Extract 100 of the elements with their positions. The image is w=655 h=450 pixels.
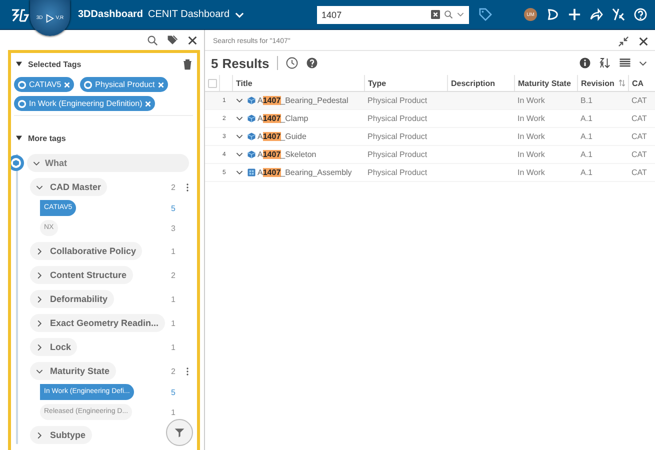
- revision-cell: A.1: [580, 168, 593, 177]
- column-header[interactable]: Title: [236, 78, 252, 88]
- revision-cell: A.1: [580, 114, 593, 123]
- part-icon: [246, 96, 256, 105]
- sort-icon[interactable]: [599, 57, 611, 69]
- close-icon[interactable]: [638, 36, 649, 46]
- tag-group[interactable]: What: [27, 154, 189, 172]
- chevron-icon[interactable]: [33, 160, 40, 166]
- cube-icon: [18, 100, 26, 108]
- chevron-icon[interactable]: [236, 116, 242, 121]
- tag-chip[interactable]: In Work (Engineering Definition): [14, 96, 156, 111]
- app-title: 3DDashboard: [78, 9, 144, 20]
- results-label: Results: [222, 56, 270, 70]
- column-header[interactable]: Revision: [581, 78, 614, 88]
- plus-icon[interactable]: [568, 8, 581, 21]
- assembly-icon: [246, 168, 256, 177]
- type-cell: Physical Product: [368, 168, 428, 177]
- info-icon[interactable]: [579, 57, 591, 69]
- maturity-cell: In Work: [518, 132, 545, 141]
- remove-icon[interactable]: [64, 82, 70, 88]
- help-icon[interactable]: [634, 8, 647, 21]
- funnel-icon: [174, 427, 185, 438]
- chevron-icon[interactable]: [36, 184, 43, 190]
- triangle-icon[interactable]: [16, 61, 22, 67]
- search-bar[interactable]: 1407: [316, 6, 469, 24]
- chevron-icon[interactable]: [639, 60, 647, 66]
- tag-count: 3: [171, 224, 176, 232]
- cube-icon: [11, 155, 24, 171]
- tag-count: 1: [171, 318, 176, 328]
- tag-category[interactable]: Exact Geometry Readin...: [30, 314, 165, 332]
- revision-cell: B.1: [580, 96, 593, 105]
- chevron-icon[interactable]: [236, 134, 242, 139]
- tag-count: 2: [171, 270, 176, 280]
- type-cell: Physical Product: [368, 150, 428, 159]
- part-icon: [246, 132, 256, 141]
- cad-cell: CAT: [632, 132, 647, 141]
- tag-category[interactable]: Deformability: [30, 290, 114, 308]
- chevron-icon[interactable]: [36, 248, 43, 254]
- chevron-icon[interactable]: [36, 368, 43, 374]
- chevron-icon[interactable]: [36, 272, 43, 278]
- close-icon[interactable]: [187, 34, 198, 46]
- clock-icon[interactable]: [286, 57, 298, 69]
- column-header[interactable]: Type: [368, 78, 386, 88]
- cube-icon: [18, 80, 26, 88]
- maturity-cell: In Work: [518, 114, 545, 123]
- search-icon[interactable]: [147, 34, 158, 46]
- type-cell: Physical Product: [368, 96, 428, 105]
- tag-category[interactable]: Content Structure: [30, 266, 132, 284]
- tag-count: 1: [171, 408, 176, 416]
- tag-icon[interactable]: [478, 8, 492, 21]
- chat-bubble-icon[interactable]: [546, 8, 559, 21]
- share-icon[interactable]: [590, 8, 603, 21]
- tag-category[interactable]: Subtype: [30, 426, 92, 444]
- tag-category[interactable]: Collaborative Policy: [30, 242, 142, 260]
- collapse-icon[interactable]: [618, 36, 629, 46]
- cube-icon: [84, 80, 92, 88]
- list-view-icon[interactable]: [619, 57, 631, 69]
- logo-icon[interactable]: [10, 6, 30, 22]
- part-icon: [246, 114, 256, 123]
- column-header[interactable]: Description: [451, 78, 496, 88]
- clear-icon[interactable]: [430, 10, 440, 19]
- tag-count: 1: [171, 342, 176, 352]
- chevron-icon[interactable]: [236, 98, 242, 103]
- chevron-icon[interactable]: [236, 170, 242, 175]
- tag-chip[interactable]: Physical Product: [80, 77, 168, 92]
- column-header[interactable]: CA: [632, 78, 644, 88]
- remove-icon[interactable]: [145, 100, 152, 106]
- results-count: 5: [211, 56, 218, 70]
- dashboard-title[interactable]: CENIT Dashboard: [148, 9, 230, 20]
- filter-button[interactable]: [166, 419, 193, 446]
- chevron-icon[interactable]: [36, 344, 43, 350]
- part-icon: [246, 150, 256, 159]
- play-icon[interactable]: [44, 14, 54, 22]
- tag-category[interactable]: CAD Master: [30, 178, 108, 196]
- remove-icon[interactable]: [158, 82, 164, 88]
- trash-icon[interactable]: [182, 58, 193, 70]
- maturity-cell: In Work: [518, 150, 545, 159]
- chevron-icon[interactable]: [36, 296, 43, 302]
- cad-cell: CAT: [632, 96, 647, 105]
- tools-icon[interactable]: [612, 8, 625, 21]
- search-icon[interactable]: [444, 10, 453, 19]
- chevron-icon[interactable]: [236, 152, 242, 157]
- type-cell: Physical Product: [368, 114, 428, 123]
- help-icon[interactable]: [306, 57, 318, 69]
- section-title: Selected Tags: [28, 60, 82, 68]
- tag-category[interactable]: Maturity State: [30, 362, 116, 380]
- cad-cell: CAT: [632, 114, 647, 123]
- cad-cell: CAT: [632, 150, 647, 159]
- chevron-icon[interactable]: [456, 12, 464, 17]
- tag-count: 2: [171, 182, 176, 192]
- chevron-icon[interactable]: [36, 432, 43, 438]
- column-header[interactable]: Maturity State: [518, 78, 571, 88]
- tag-chip[interactable]: CATIAV5: [14, 77, 74, 92]
- tags-icon[interactable]: [167, 34, 178, 46]
- chevron-icon[interactable]: [36, 320, 43, 326]
- tag-count: 2: [171, 366, 176, 376]
- checkbox[interactable]: [208, 78, 217, 88]
- tag-category[interactable]: Lock: [30, 338, 78, 356]
- triangle-icon[interactable]: [16, 135, 22, 141]
- type-cell: Physical Product: [368, 132, 428, 141]
